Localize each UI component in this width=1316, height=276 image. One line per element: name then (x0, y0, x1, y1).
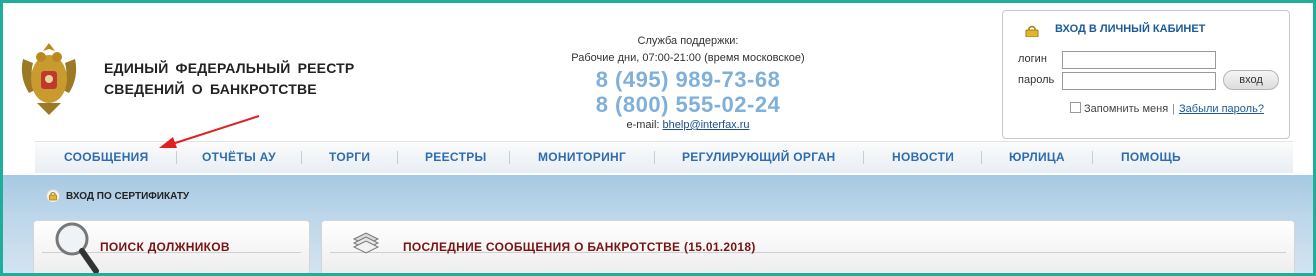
login-title-text: ВХОД В ЛИЧНЫЙ КАБИНЕТ (1055, 23, 1206, 35)
nav-item-help[interactable]: ПОМОЩЬ (1121, 150, 1181, 164)
login-title: ВХОД В ЛИЧНЫЙ КАБИНЕТ (1025, 23, 1206, 37)
support-phone-1[interactable]: 8 (495) 989-73-68 (543, 67, 833, 92)
login-box: ВХОД В ЛИЧНЫЙ КАБИНЕТ логин пароль вход … (1002, 10, 1290, 139)
nav-item-legal-entities[interactable]: ЮРЛИЦА (1009, 150, 1065, 164)
password-input[interactable] (1062, 72, 1216, 90)
lock-icon (1025, 25, 1039, 37)
nav-separator (1092, 151, 1093, 164)
support-email-label: e-mail: (626, 119, 660, 131)
nav-item-monitoring[interactable]: МОНИТОРИНГ (538, 150, 626, 164)
content-band: ВХОД ПО СЕРТИФИКАТУ ПОИСК ДОЛЖНИКОВ ПОСЛ… (3, 175, 1313, 273)
support-email-link[interactable]: bhelp@interfax.ru (663, 119, 750, 131)
forgot-password-link[interactable]: Забыли пароль? (1179, 103, 1264, 115)
support-label: Служба поддержки: (637, 35, 739, 47)
remember-row: Запомнить меня | Забыли пароль? (1070, 102, 1264, 115)
nav-item-news[interactable]: НОВОСТИ (892, 150, 954, 164)
nav-separator (509, 151, 510, 164)
nav-separator (863, 151, 864, 164)
site-title-line1: ЕДИНЫЙ ФЕДЕРАЛЬНЫЙ РЕЕСТР (104, 60, 355, 76)
nav-item-auctions[interactable]: ТОРГИ (329, 150, 370, 164)
documents-icon (352, 232, 380, 254)
nav-separator (981, 151, 982, 164)
site-title: ЕДИНЫЙ ФЕДЕРАЛЬНЫЙ РЕЕСТР СВЕДЕНИЙ О БАН… (104, 58, 354, 100)
support-block: Служба поддержки: Рабочие дни, 07:00-21:… (543, 33, 833, 131)
debtor-search-title[interactable]: ПОИСК ДОЛЖНИКОВ (100, 240, 230, 254)
magnifier-icon (55, 222, 99, 273)
latest-messages-panel: ПОСЛЕДНИЕ СООБЩЕНИЯ О БАНКРОТСТВЕ (15.01… (321, 220, 1295, 273)
site-title-line2: СВЕДЕНИЙ О БАНКРОТСТВЕ (104, 81, 317, 97)
nav-separator (301, 151, 302, 164)
site-header: ЕДИНЫЙ ФЕДЕРАЛЬНЫЙ РЕЕСТР СВЕДЕНИЙ О БАН… (3, 3, 1313, 175)
lock-icon (46, 189, 60, 202)
page-frame: ЕДИНЫЙ ФЕДЕРАЛЬНЫЙ РЕЕСТР СВЕДЕНИЙ О БАН… (0, 0, 1316, 276)
certificate-login-label[interactable]: ВХОД ПО СЕРТИФИКАТУ (46, 191, 189, 202)
support-email: e-mail: bhelp@interfax.ru (543, 119, 833, 131)
coat-of-arms-icon[interactable] (15, 37, 83, 117)
nav-item-messages[interactable]: СООБЩЕНИЯ (64, 150, 149, 164)
nav-separator (397, 151, 398, 164)
support-phone-2[interactable]: 8 (800) 555-02-24 (543, 92, 833, 117)
support-hours: Рабочие дни, 07:00-21:00 (время московск… (571, 52, 805, 64)
nav-item-registries[interactable]: РЕЕСТРЫ (425, 150, 487, 164)
password-label: пароль (1018, 74, 1055, 86)
nav-separator (654, 151, 655, 164)
latest-messages-title[interactable]: ПОСЛЕДНИЕ СООБЩЕНИЯ О БАНКРОТСТВЕ (15.01… (403, 240, 756, 254)
debtor-search-panel: ПОИСК ДОЛЖНИКОВ (33, 220, 310, 273)
remember-separator: | (1172, 103, 1176, 115)
login-input[interactable] (1062, 51, 1216, 69)
remember-checkbox[interactable] (1070, 102, 1081, 113)
certificate-login-link[interactable]: ВХОД ПО СЕРТИФИКАТУ (46, 189, 189, 202)
red-arrow-annotation (159, 115, 260, 148)
login-submit-button[interactable]: вход (1223, 70, 1279, 90)
nav-item-regulator[interactable]: РЕГУЛИРУЮЩИЙ ОРГАН (682, 150, 835, 164)
login-label: логин (1018, 53, 1047, 65)
remember-label[interactable]: Запомнить меня (1084, 103, 1168, 115)
